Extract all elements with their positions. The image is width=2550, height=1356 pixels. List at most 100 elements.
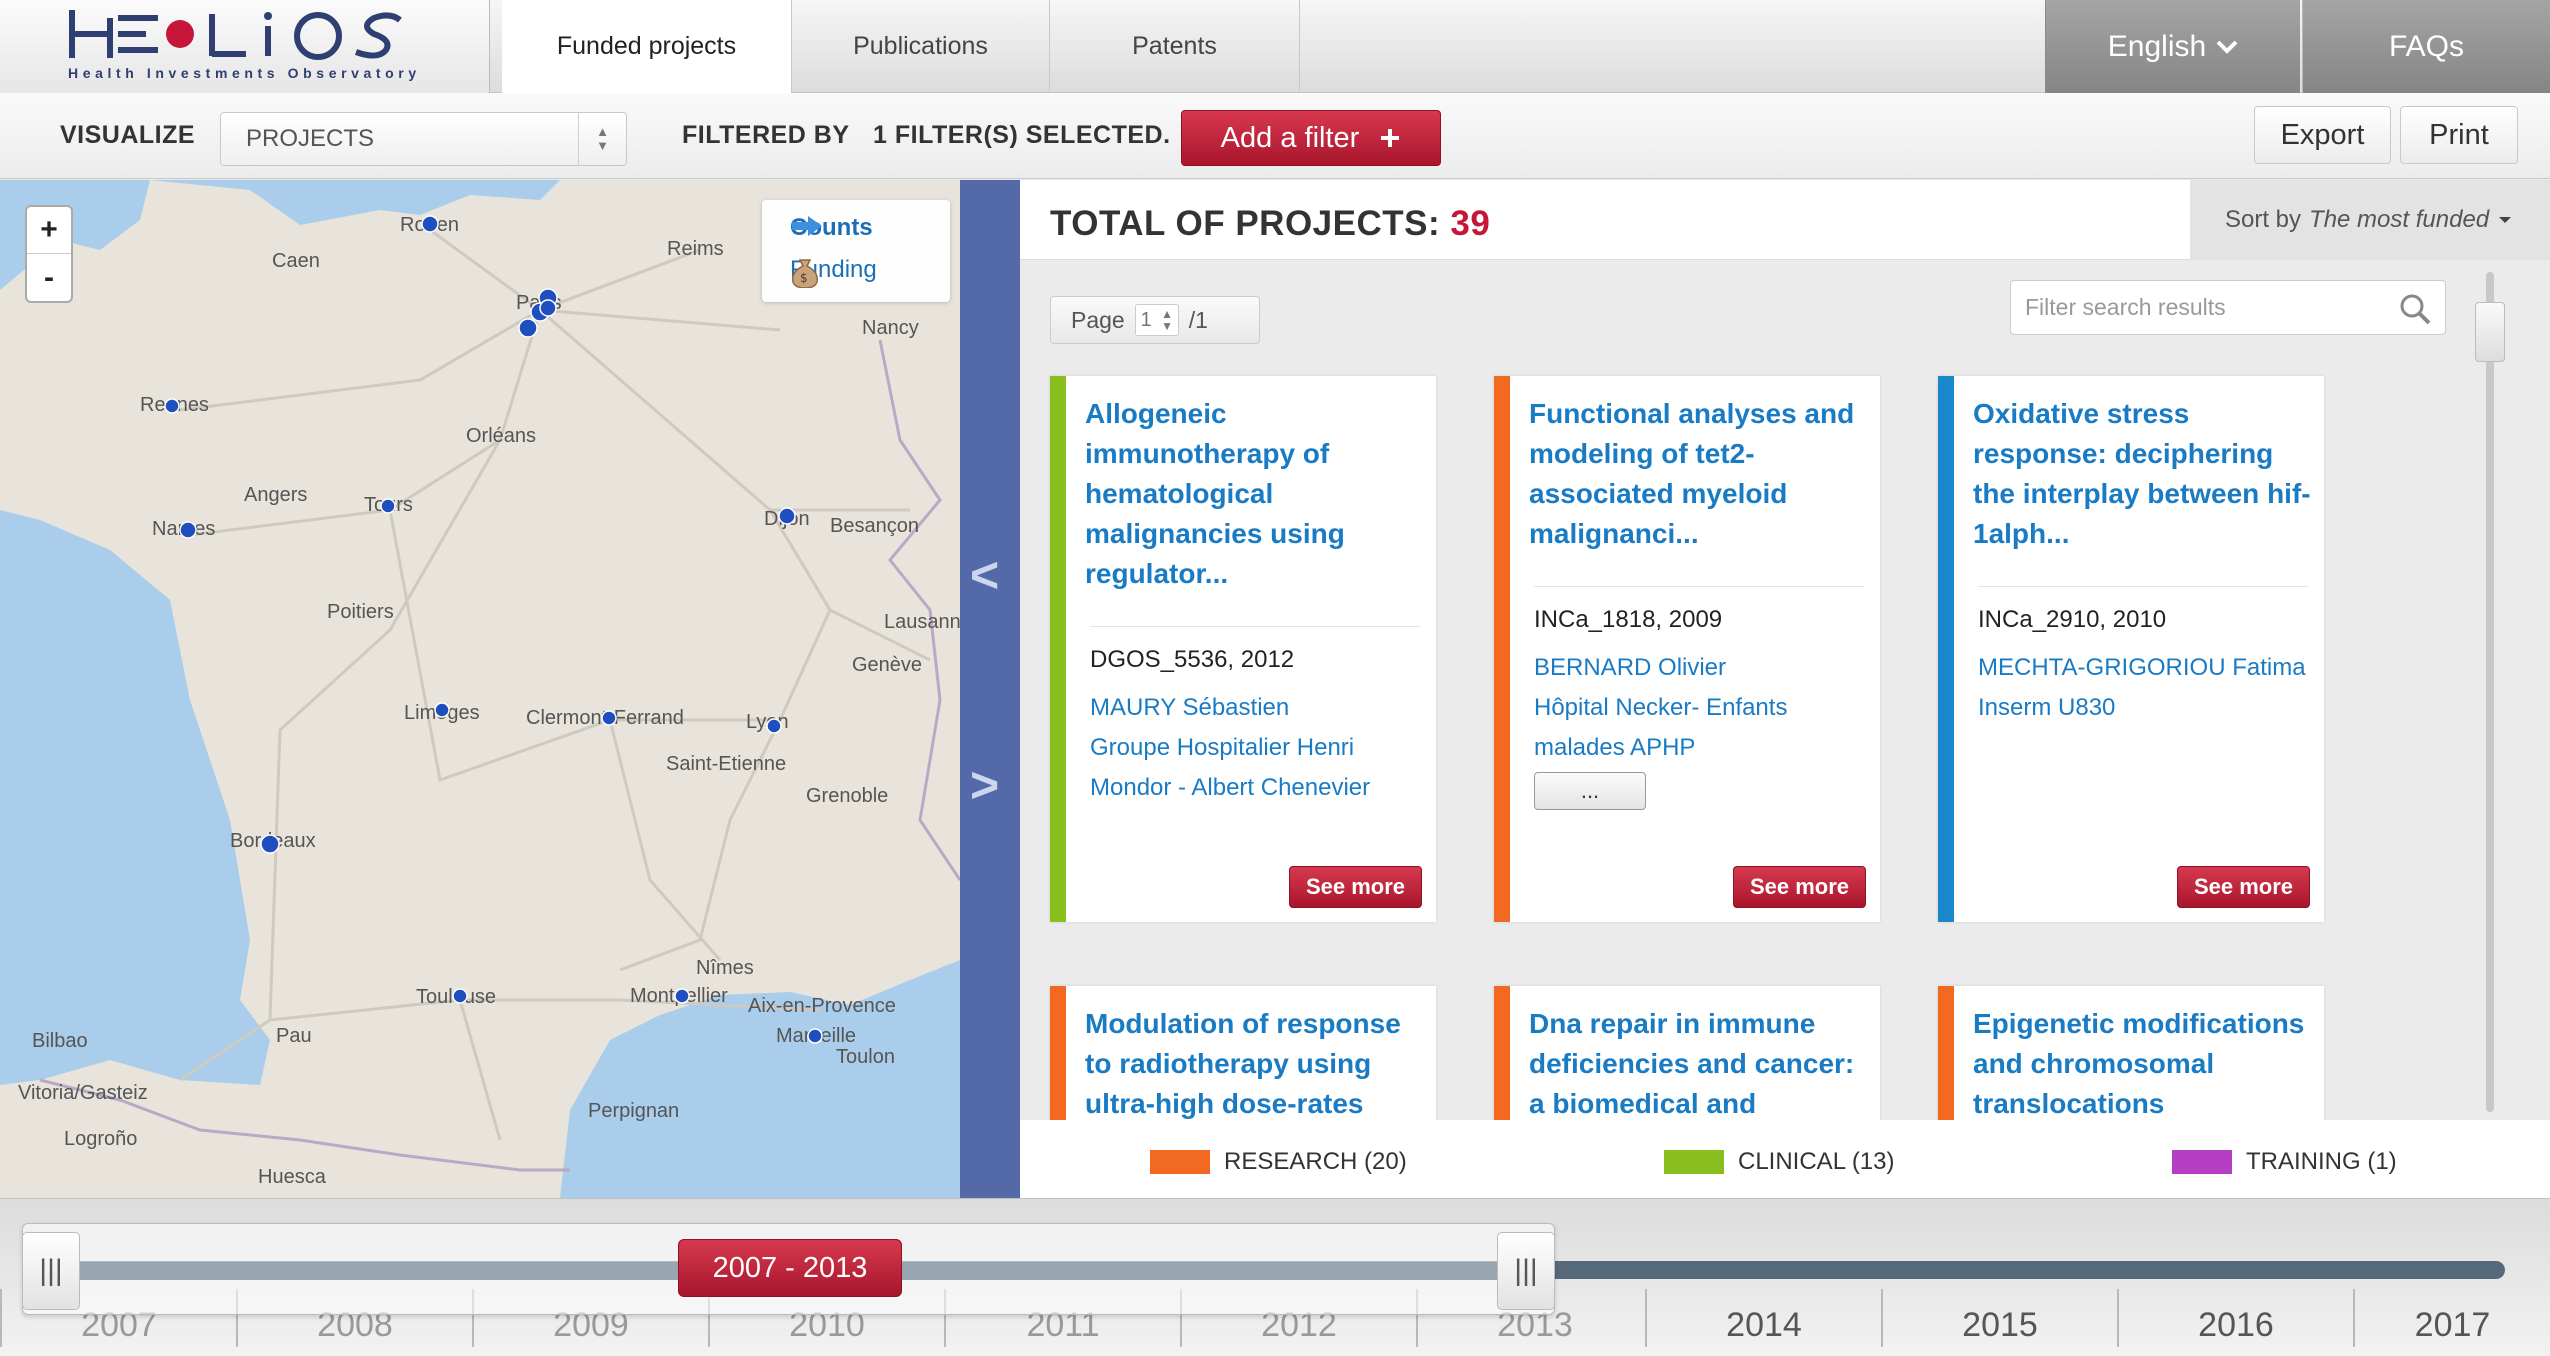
project-investigator[interactable]: MAURY Sébastien xyxy=(1090,688,1430,728)
collapse-left-icon[interactable]: < xyxy=(970,546,999,604)
legend-label: CLINICAL (13) xyxy=(1738,1148,1895,1175)
svg-text:$: $ xyxy=(800,271,808,285)
search-icon[interactable] xyxy=(2399,293,2431,325)
project-title[interactable]: Dna repair in immune deficiencies and ca… xyxy=(1529,1004,1869,1124)
map-marker[interactable] xyxy=(380,498,396,514)
project-title[interactable]: Functional analyses and modeling of tet2… xyxy=(1529,394,1869,554)
map-marker[interactable] xyxy=(434,702,450,718)
project-type-legend: RESEARCH (20) CLINICAL (13) TRAINING (1) xyxy=(1020,1120,2550,1198)
map-marker[interactable] xyxy=(539,299,557,317)
total-projects-label: TOTAL OF PROJECTS: xyxy=(1050,204,1441,243)
expand-right-icon[interactable]: > xyxy=(970,756,999,814)
projects-map[interactable]: Rouen Caen Reims Paris Nancy Rennes Orlé… xyxy=(0,180,960,1198)
map-marker[interactable] xyxy=(421,215,439,233)
legend-clinical[interactable]: CLINICAL (13) xyxy=(1664,1148,1895,1176)
total-projects-count: 39 xyxy=(1450,204,1491,243)
tab-publications[interactable]: Publications xyxy=(792,0,1050,93)
map-marker[interactable] xyxy=(452,988,468,1004)
tab-funded-projects[interactable]: Funded projects xyxy=(502,0,792,93)
map-marker[interactable] xyxy=(179,521,197,539)
sort-value: The most funded xyxy=(2309,206,2490,233)
timeline-year[interactable]: 2016 xyxy=(2117,1289,2353,1347)
map-marker[interactable] xyxy=(807,1028,823,1044)
results-scrollbar[interactable] xyxy=(2475,272,2505,1112)
page-label: Page xyxy=(1071,306,1125,333)
timeline-year[interactable]: 2015 xyxy=(1881,1289,2117,1347)
map-zoom-control: + - xyxy=(25,205,73,303)
project-title[interactable]: Modulation of response to radiotherapy u… xyxy=(1085,1004,1425,1124)
legend-training[interactable]: TRAINING (1) xyxy=(2172,1148,2397,1176)
tab-patents[interactable]: Patents xyxy=(1050,0,1300,93)
language-selector[interactable]: English xyxy=(2045,0,2300,93)
range-end-handle[interactable]: ||| xyxy=(1497,1232,1555,1310)
project-title[interactable]: Epigenetic modifications and chromosomal… xyxy=(1973,1004,2313,1124)
map-marker[interactable] xyxy=(260,834,280,854)
card-divider xyxy=(1534,586,1864,587)
range-start-handle[interactable]: ||| xyxy=(22,1232,80,1310)
legend-swatch xyxy=(1150,1150,1210,1174)
see-more-button[interactable]: See more xyxy=(2177,866,2310,908)
filter-toolbar: VISUALIZE PROJECTS ▲ ▼ FILTERED BY 1 FILT… xyxy=(0,93,2550,179)
see-more-button[interactable]: See more xyxy=(1289,866,1422,908)
project-card[interactable]: Functional analyses and modeling of tet2… xyxy=(1494,376,1880,922)
add-filter-label: Add a filter xyxy=(1220,121,1360,154)
page-stepper[interactable]: 1 ▲ ▼ xyxy=(1134,304,1179,336)
scroll-thumb[interactable] xyxy=(2475,302,2505,362)
range-label: 2007 - 2013 xyxy=(678,1239,902,1297)
more-details-button[interactable]: ... xyxy=(1534,772,1646,810)
faqs-link[interactable]: FAQs xyxy=(2302,0,2550,93)
project-institution[interactable]: Inserm U830 xyxy=(1978,688,2318,728)
timeline-year[interactable]: 2017 xyxy=(2353,1289,2550,1347)
arrow-right-icon xyxy=(792,216,822,236)
project-title[interactable]: Allogeneic immunotherapy of hematologica… xyxy=(1085,394,1425,594)
legend-swatch xyxy=(1664,1150,1724,1174)
see-more-button[interactable]: See more xyxy=(1733,866,1866,908)
map-marker[interactable] xyxy=(674,988,690,1004)
chevron-down-icon xyxy=(2216,40,2238,54)
map-marker[interactable] xyxy=(164,398,180,414)
map-marker[interactable] xyxy=(778,507,796,525)
page-value: 1 xyxy=(1140,308,1152,331)
filter-count-text: 1 FILTER(S) SELECTED. xyxy=(873,121,1171,149)
project-investigator[interactable]: MECHTA-GRIGORIOU Fatima xyxy=(1978,648,2318,688)
logo-subtitle: Health Investments Observatory xyxy=(68,65,421,81)
visualize-select[interactable]: PROJECTS ▲ ▼ xyxy=(220,112,627,166)
map-marker[interactable] xyxy=(518,318,538,338)
filtered-by-label: FILTERED BY xyxy=(682,121,850,149)
card-divider xyxy=(1978,586,2308,587)
page-total: /1 xyxy=(1188,306,1208,333)
add-filter-button[interactable]: Add a filter xyxy=(1181,110,1441,166)
map-panel-toggle: < > xyxy=(960,180,1020,1198)
zoom-out-button[interactable]: - xyxy=(27,254,71,301)
year-timeline: 2007 2008 2009 2010 2011 2012 2013 2014 … xyxy=(0,1198,2550,1356)
sort-dropdown[interactable]: Sort by The most funded xyxy=(2190,180,2550,260)
results-panel: TOTAL OF PROJECTS: 39 Sort by The most f… xyxy=(1020,180,2550,1198)
project-institution[interactable]: Groupe Hospitalier Henri Mondor - Albert… xyxy=(1090,728,1430,808)
layer-funding[interactable]: $ Funding xyxy=(790,256,877,288)
layer-counts[interactable]: Counts xyxy=(790,214,873,242)
search-input[interactable] xyxy=(2025,294,2385,321)
visualize-value: PROJECTS xyxy=(246,125,375,152)
project-card[interactable]: Allogeneic immunotherapy of hematologica… xyxy=(1050,376,1436,922)
pagination: Page 1 ▲ ▼ /1 xyxy=(1050,296,1260,344)
project-markers xyxy=(164,215,823,1044)
project-card[interactable]: Oxidative stress response: deciphering t… xyxy=(1938,376,2324,922)
project-institution[interactable]: Hôpital Necker- Enfants malades APHP xyxy=(1534,688,1874,768)
map-marker[interactable] xyxy=(601,710,617,726)
top-navigation: Health Investments Observatory Funded pr… xyxy=(0,0,2550,93)
zoom-in-button[interactable]: + xyxy=(27,207,71,254)
helios-logo[interactable]: Health Investments Observatory xyxy=(0,0,490,93)
export-button[interactable]: Export xyxy=(2254,106,2391,164)
project-investigator[interactable]: BERNARD Olivier xyxy=(1534,648,1874,688)
legend-label: TRAINING (1) xyxy=(2246,1148,2397,1175)
map-marker[interactable] xyxy=(766,718,782,734)
project-title[interactable]: Oxidative stress response: deciphering t… xyxy=(1973,394,2313,554)
legend-research[interactable]: RESEARCH (20) xyxy=(1150,1148,1407,1176)
select-arrows-icon: ▲ ▼ xyxy=(578,113,626,165)
project-code: DGOS_5536, 2012 xyxy=(1090,646,1295,673)
timeline-year[interactable]: 2014 xyxy=(1645,1289,1881,1347)
plus-icon xyxy=(1381,129,1400,147)
card-type-stripe xyxy=(1938,376,1954,922)
print-button[interactable]: Print xyxy=(2400,106,2518,164)
stepper-arrows-icon: ▲ ▼ xyxy=(1161,307,1173,333)
